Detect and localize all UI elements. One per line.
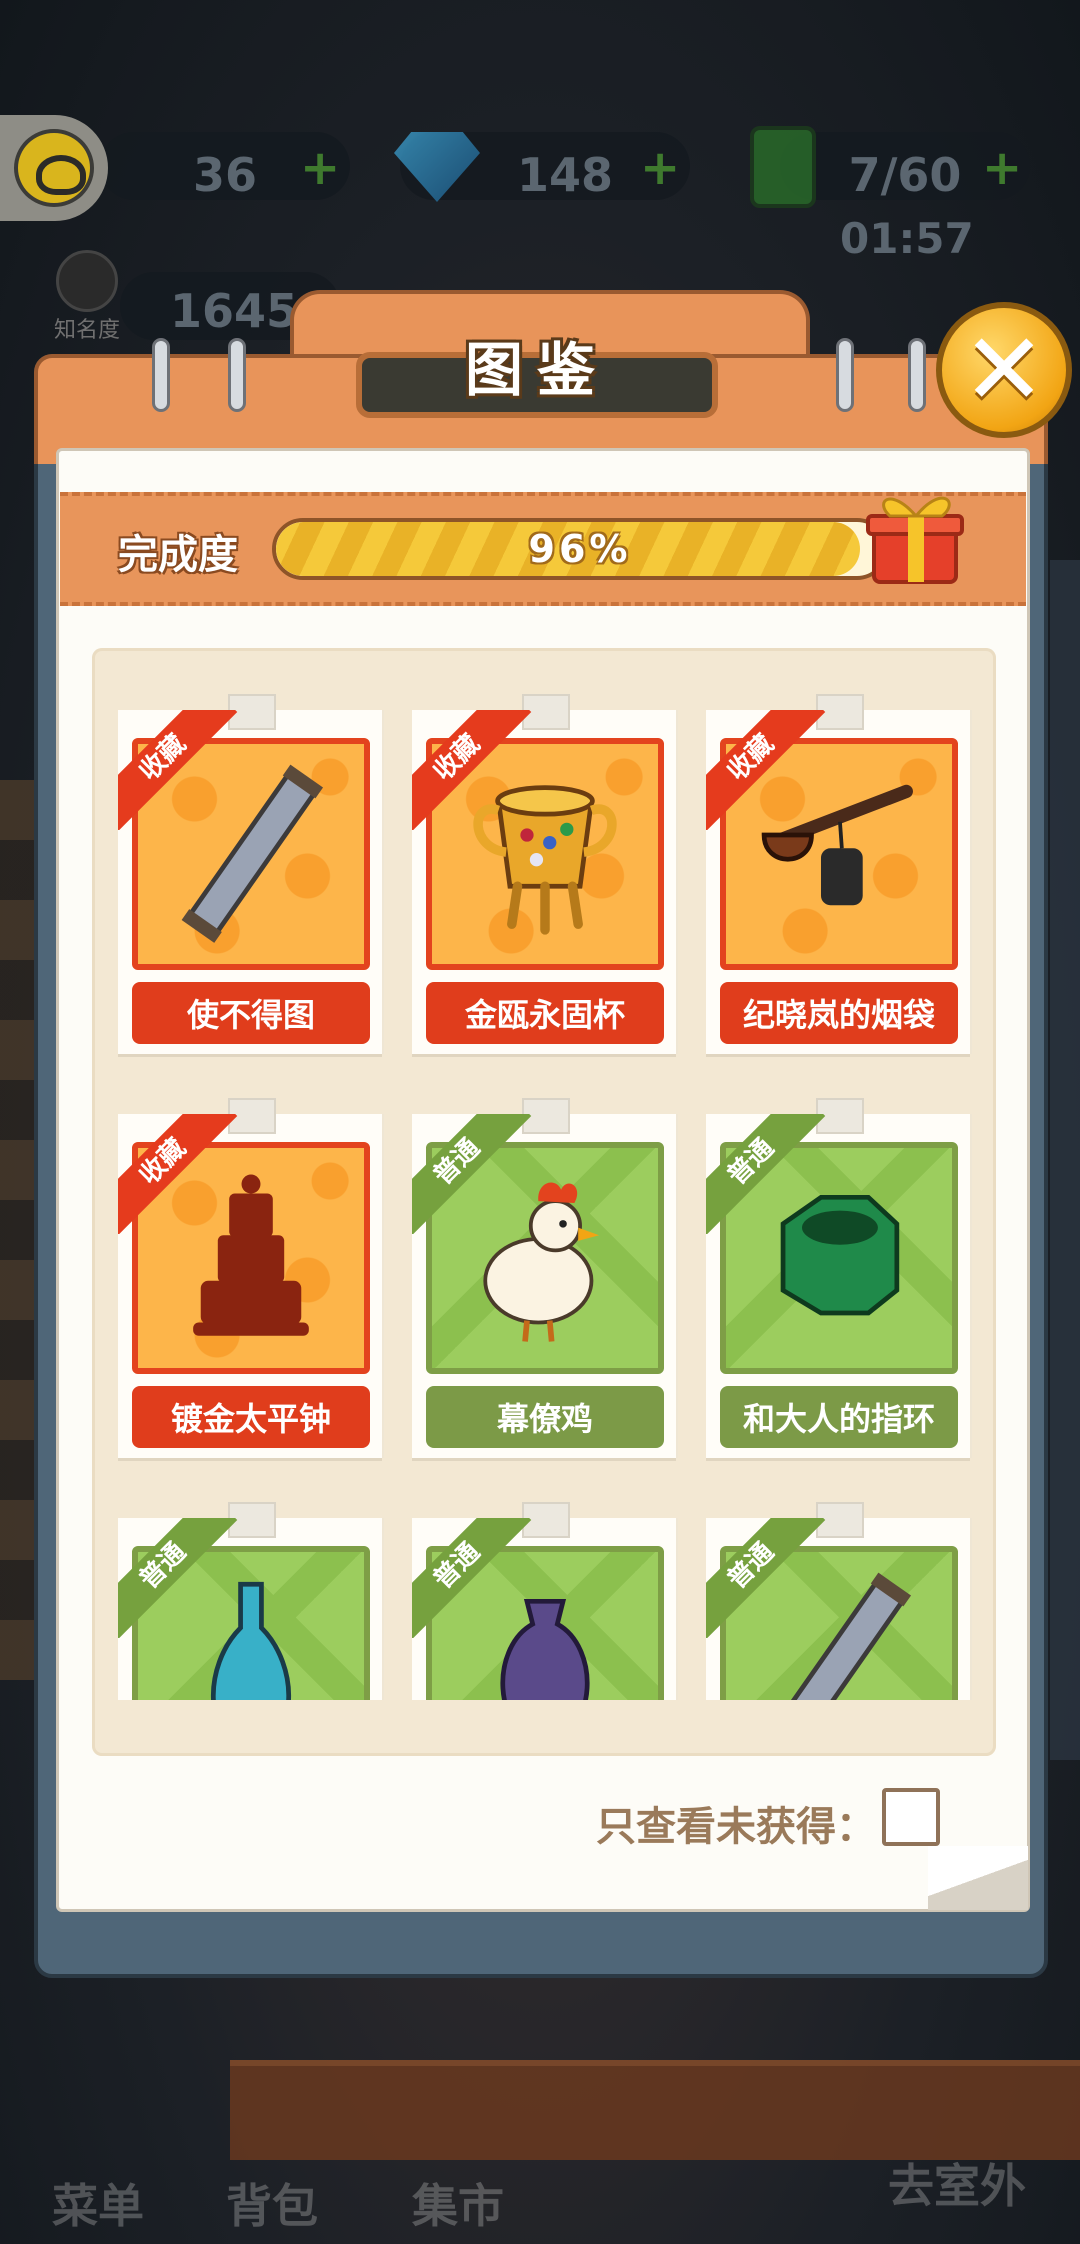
rarity-tag: 收藏 — [412, 710, 532, 830]
card-name: 和大人的指环 — [720, 1386, 958, 1448]
filter-unobtained-label: 只查看未获得： — [596, 1804, 876, 1850]
background-decoration — [1050, 560, 1080, 1760]
title-plate: 图鉴 — [356, 336, 718, 418]
rarity-ribbon: 普通 — [706, 1518, 826, 1638]
card-name: 纪晓岚的烟袋 — [720, 982, 958, 1044]
avatar-face-icon — [14, 129, 94, 207]
energy-value: 7/60 — [848, 148, 962, 202]
rarity-ribbon: 收藏 — [706, 710, 826, 830]
collection-card[interactable]: 收藏 镀金太平钟 — [118, 1098, 382, 1458]
add-energy-button[interactable]: + — [982, 140, 1022, 196]
fame-label: 知名度 — [54, 318, 121, 343]
nav-bag[interactable]: 背包 — [226, 2170, 318, 2236]
add-coins-button[interactable]: + — [300, 140, 340, 196]
rarity-ribbon: 收藏 — [412, 710, 532, 830]
rarity-ribbon: 普通 — [118, 1518, 238, 1638]
collection-card[interactable]: 普通 和大人的指环 — [706, 1098, 970, 1458]
card-name: 使不得图 — [132, 982, 370, 1044]
collection-card[interactable]: 收藏 纪晓岚的烟袋 — [706, 694, 970, 1054]
progress-percent: 96% — [528, 527, 632, 571]
rarity-tag: 收藏 — [706, 710, 826, 830]
rarity-ribbon: 收藏 — [118, 710, 238, 830]
rarity-tag: 普通 — [412, 1114, 532, 1234]
collection-card[interactable]: 普通 — [412, 1502, 676, 1700]
binder-ring-icon — [228, 338, 246, 412]
coins-value: 36 — [192, 148, 257, 202]
card-name: 金瓯永固杯 — [426, 982, 664, 1044]
collection-card[interactable]: 普通 幕僚鸡 — [412, 1098, 676, 1458]
binder-ring-icon — [152, 338, 170, 412]
energy-timer: 01:57 — [840, 214, 974, 263]
rarity-ribbon: 普通 — [412, 1518, 532, 1638]
gems-value: 148 — [516, 148, 614, 202]
rarity-tag: 收藏 — [118, 1114, 238, 1234]
collection-card[interactable]: 普通 — [118, 1502, 382, 1700]
progress-label: 完成度 — [118, 532, 238, 578]
collection-card[interactable]: 收藏 金瓯永固杯 — [412, 694, 676, 1054]
binder-ring-icon — [836, 338, 854, 412]
rarity-ribbon: 收藏 — [118, 1114, 238, 1234]
rarity-tag: 普通 — [706, 1518, 826, 1638]
gift-box-icon[interactable] — [860, 480, 970, 590]
fame-icon — [56, 250, 118, 312]
binder-ring-icon — [908, 338, 926, 412]
rarity-ribbon: 普通 — [706, 1114, 826, 1234]
bottom-panel — [230, 2060, 1080, 2160]
collection-card[interactable]: 收藏 使不得图 — [118, 694, 382, 1054]
close-button[interactable]: ✕ — [936, 302, 1072, 438]
dialog-title: 图鉴 — [464, 336, 609, 404]
rarity-tag: 收藏 — [118, 710, 238, 830]
avatar-button[interactable] — [0, 115, 108, 221]
close-icon: ✕ — [962, 311, 1046, 428]
card-name: 镀金太平钟 — [132, 1386, 370, 1448]
rarity-tag: 普通 — [706, 1114, 826, 1234]
nav-go-outdoor[interactable]: 去室外 — [888, 2150, 1026, 2216]
collection-card[interactable]: 普通 — [706, 1502, 970, 1700]
battery-icon — [750, 126, 816, 208]
rarity-ribbon: 普通 — [412, 1114, 532, 1234]
add-gems-button[interactable]: + — [640, 140, 680, 196]
rarity-tag: 普通 — [118, 1518, 238, 1638]
nav-menu[interactable]: 菜单 — [52, 2170, 144, 2236]
collection-grid: 收藏 使不得图 收藏 金瓯永固杯 收藏 纪晓岚的烟袋 收藏 镀金太平钟 普通 幕… — [92, 690, 996, 1700]
filter-unobtained-checkbox[interactable] — [882, 1788, 940, 1846]
rarity-tag: 普通 — [412, 1518, 532, 1638]
page-curl — [928, 1846, 1028, 1910]
card-name: 幕僚鸡 — [426, 1386, 664, 1448]
nav-market[interactable]: 集市 — [412, 2170, 504, 2236]
fame-value: 1645 — [170, 284, 299, 338]
